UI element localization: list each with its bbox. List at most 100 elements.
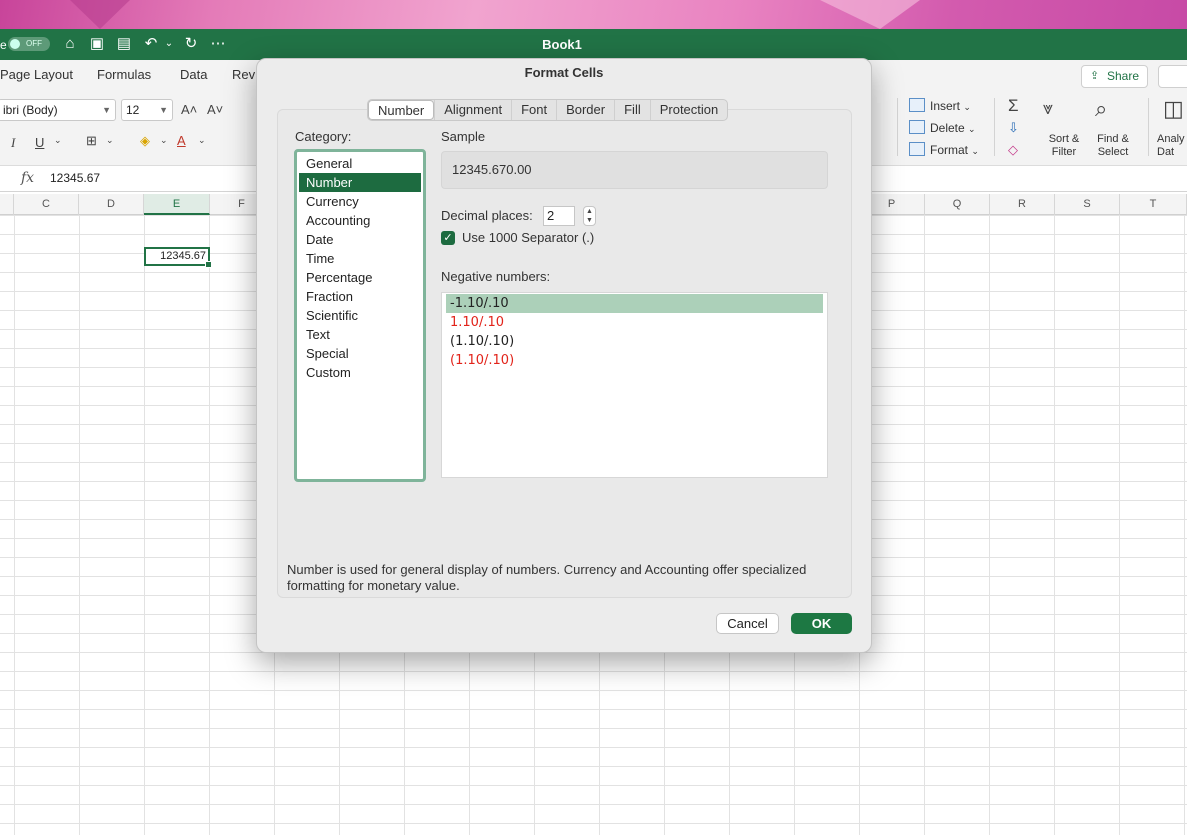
document-title: Book1 [542,37,582,52]
column-header-s[interactable]: S [1055,194,1120,215]
share-button[interactable]: ⇪ Share [1081,65,1148,88]
format-cells-dialog: Format Cells Number Alignment Font Borde… [256,58,872,653]
category-item-general[interactable]: General [297,154,423,173]
thousands-separator-checkbox[interactable]: ✓ [441,231,455,245]
column-header-d[interactable]: D [79,194,144,215]
tab-fill[interactable]: Fill [614,100,650,120]
delete-icon [909,120,925,134]
search-icon[interactable]: ⌕ [1095,96,1107,122]
chevron-down-icon[interactable]: ⌄ [198,135,206,146]
formula-input[interactable]: 12345.67 [50,171,100,185]
category-item-date[interactable]: Date [297,230,423,249]
borders-icon[interactable]: ⊞ [86,133,97,149]
format-icon [909,142,925,156]
thousands-separator-label[interactable]: Use 1000 Separator (.) [462,230,594,245]
cancel-button[interactable]: Cancel [716,613,779,634]
decimal-places-input[interactable]: 2 [543,206,575,226]
column-header-c[interactable]: C [14,194,79,215]
tab-number[interactable]: Number [368,100,435,120]
grid-line [79,215,80,835]
category-item-percentage[interactable]: Percentage [297,268,423,287]
negative-option[interactable]: -1.10/.10 [446,294,823,313]
category-item-time[interactable]: Time [297,249,423,268]
tab-formulas[interactable]: Formulas [97,67,151,82]
decimal-places-stepper[interactable]: ▲ ▼ [583,206,596,226]
grid-line [1119,215,1120,835]
font-name-value: ibri (Body) [3,103,58,117]
category-description: Number is used for general display of nu… [287,562,807,593]
checkmark-icon: ✓ [443,232,453,244]
dialog-title: Format Cells [524,65,604,80]
fill-down-icon[interactable]: ⇩ [1008,120,1019,136]
find-select-label[interactable]: Find & Select [1089,133,1137,159]
sample-preview: 12345.670.00 [441,151,828,189]
tab-font[interactable]: Font [511,100,556,120]
analyze-data-label[interactable]: Analy Dat [1157,133,1187,159]
italic-icon[interactable]: I [11,135,15,151]
chevron-down-icon: ⌄ [971,146,979,156]
format-cells-button[interactable]: Format ⌄ [909,142,979,157]
grid-line [924,215,925,835]
negative-option[interactable]: (1.10/.10) [442,351,827,370]
active-cell-e3[interactable]: 12345.67 [144,247,212,268]
column-header-e[interactable]: E [144,194,210,215]
font-name-select[interactable]: ibri (Body) ▼ [0,99,116,121]
column-header-r[interactable]: R [990,194,1055,215]
autosum-icon[interactable]: Σ [1008,96,1019,116]
comments-button[interactable] [1158,65,1187,88]
chevron-down-icon[interactable]: ⌄ [54,135,62,146]
tab-protection[interactable]: Protection [649,100,728,120]
chevron-up-icon[interactable]: ▲ [586,208,593,215]
fill-color-icon[interactable]: ◈ [140,133,150,149]
category-item-custom[interactable]: Custom [297,363,423,382]
category-item-text[interactable]: Text [297,325,423,344]
wallpaper-shape [820,0,920,29]
tab-page-layout[interactable]: Page Layout [0,67,73,82]
ribbon-separator [1148,98,1149,156]
sort-filter-icon[interactable]: ⩔ [1043,98,1053,119]
tab-data[interactable]: Data [180,67,207,82]
ok-button[interactable]: OK [791,613,852,634]
function-icon[interactable]: fx [21,170,34,186]
chevron-down-icon[interactable]: ⌄ [160,135,168,146]
insert-cells-button[interactable]: Insert ⌄ [909,98,971,113]
underline-icon[interactable]: U [35,135,44,150]
increase-font-icon[interactable]: A˄ [181,102,197,117]
insert-icon [909,98,925,112]
font-color-icon[interactable]: A [177,133,186,148]
grid-line [14,215,15,835]
category-item-accounting[interactable]: Accounting [297,211,423,230]
category-item-currency[interactable]: Currency [297,192,423,211]
sample-label: Sample [441,129,486,144]
ribbon-separator [897,98,898,156]
chevron-down-icon[interactable]: ⌄ [106,135,114,146]
tab-border[interactable]: Border [556,100,614,120]
negative-numbers-list[interactable]: -1.10/.10 1.10/.10 (1.10/.10) (1.10/.10) [441,292,828,478]
wallpaper-shape [70,0,130,29]
negative-option[interactable]: (1.10/.10) [442,332,827,351]
category-list[interactable]: General Number Currency Accounting Date … [294,149,426,482]
tab-review[interactable]: Rev [232,67,255,82]
clear-icon[interactable]: ◇ [1008,142,1018,158]
category-item-fraction[interactable]: Fraction [297,287,423,306]
chevron-down-icon[interactable]: ▼ [586,217,593,224]
column-header-t[interactable]: T [1120,194,1187,215]
category-item-special[interactable]: Special [297,344,423,363]
analyze-data-icon[interactable]: ◫ [1163,96,1184,122]
column-header-q[interactable]: Q [925,194,990,215]
category-item-scientific[interactable]: Scientific [297,306,423,325]
negative-option[interactable]: 1.10/.10 [442,313,827,332]
category-label: Category: [295,129,352,144]
dialog-tabs: Number Alignment Font Border Fill Protec… [367,99,729,121]
decrease-font-icon[interactable]: A˅ [207,102,223,117]
column-header[interactable] [0,194,14,215]
grid-line [144,215,145,835]
sort-filter-label[interactable]: Sort & Filter [1040,133,1088,159]
category-item-number[interactable]: Number [299,173,421,192]
desktop-wallpaper [0,0,1187,29]
grid-line [1054,215,1055,835]
delete-cells-button[interactable]: Delete ⌄ [909,120,976,135]
tab-alignment[interactable]: Alignment [434,100,511,120]
share-icon: ⇪ [1090,70,1100,82]
font-size-select[interactable]: 12 ▼ [121,99,173,121]
